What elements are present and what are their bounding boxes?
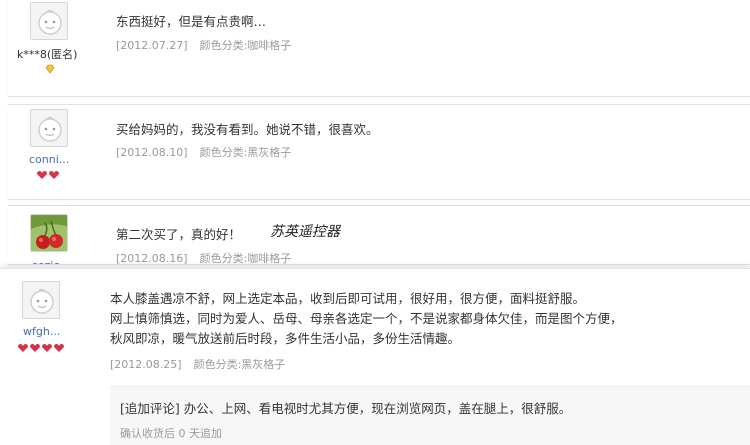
review-item: conni... 买给妈妈的，我没有看到。她说不错，很喜欢。 [2012.08.… [8, 104, 750, 200]
review-date: [2012.08.16] [116, 252, 188, 265]
review-item: k***8(匿名) 东西挺好，但是有点贵啊… [2012.07.27] 颜色分类:… [8, 0, 750, 97]
review-content: 东西挺好，但是有点贵啊… [116, 14, 267, 29]
cherry-avatar-icon[interactable] [30, 214, 68, 252]
review-meta: [2012.08.10] 颜色分类:黑灰格子 [116, 144, 291, 160]
red-heart-icon [17, 343, 67, 353]
review-item: sezic 第二次买了，真的好！ 苏英遥控器 [2012.08.16] 颜色分类:… [8, 205, 750, 265]
gold-diamond-icon [45, 64, 55, 74]
review-content: 第二次买了，真的好！ [116, 227, 242, 242]
review-meta: [2012.07.27] 颜色分类:咖啡格子 [116, 37, 291, 53]
appended-review-text: [追加评论] 办公、上网、看电视时尤其方便，现在浏览网页，盖在腿上，很舒服。 [120, 401, 572, 416]
brand-watermark-text: 苏英遥控器 [270, 224, 340, 240]
review-content: 本人膝盖遇凉不舒，网上选定本品，收到后即可试用，很好用，很方便，面料挺舒服。 网… [110, 289, 623, 349]
reviewer-username[interactable]: wfgh... [23, 325, 60, 338]
default-avatar-icon[interactable] [22, 281, 60, 319]
review-item: wfgh... 本人膝盖遇凉不舒，网上选定本品，收到后即可试用，很好用，很方便，… [0, 268, 750, 445]
review-date: [2012.08.10] [116, 146, 188, 159]
default-avatar-icon[interactable] [30, 2, 68, 40]
review-meta: [2012.08.25] 颜色分类:黑灰格子 [110, 356, 285, 372]
review-meta: [2012.08.16] 颜色分类:咖啡格子 [116, 250, 292, 265]
review-sku: 颜色分类:咖啡格子 [199, 252, 292, 265]
review-content: 买给妈妈的，我没有看到。她说不错，很喜欢。 [116, 122, 379, 137]
review-content-line: 秋风即凉，暖气放送前后时段，多件生活小品，多份生活情趣。 [110, 331, 461, 346]
review-sku: 颜色分类:黑灰格子 [193, 358, 286, 371]
reviewer-username[interactable]: k***8(匿名) [17, 46, 77, 62]
reviewer-username[interactable]: sezic [32, 259, 59, 264]
appended-review: [追加评论] 办公、上网、看电视时尤其方便，现在浏览网页，盖在腿上，很舒服。 确… [110, 386, 750, 445]
review-date: [2012.07.27] [116, 39, 188, 52]
review-content-line: 本人膝盖遇凉不舒，网上选定本品，收到后即可试用，很好用，很方便，面料挺舒服。 [110, 291, 586, 306]
review-sku: 颜色分类:黑灰格子 [199, 146, 292, 159]
review-sku: 颜色分类:咖啡格子 [199, 39, 292, 52]
reviewer-username[interactable]: conni... [29, 153, 69, 166]
review-date: [2012.08.25] [110, 358, 182, 371]
review-content-line: 网上慎筛慎选，同时为爱人、岳母、母亲各选定一个，不是说家都身体欠佳，而是图个方便… [110, 311, 623, 326]
red-heart-icon [36, 170, 60, 180]
appended-review-time: 确认收货后 0 天追加 [120, 427, 222, 440]
default-avatar-icon[interactable] [30, 109, 68, 147]
